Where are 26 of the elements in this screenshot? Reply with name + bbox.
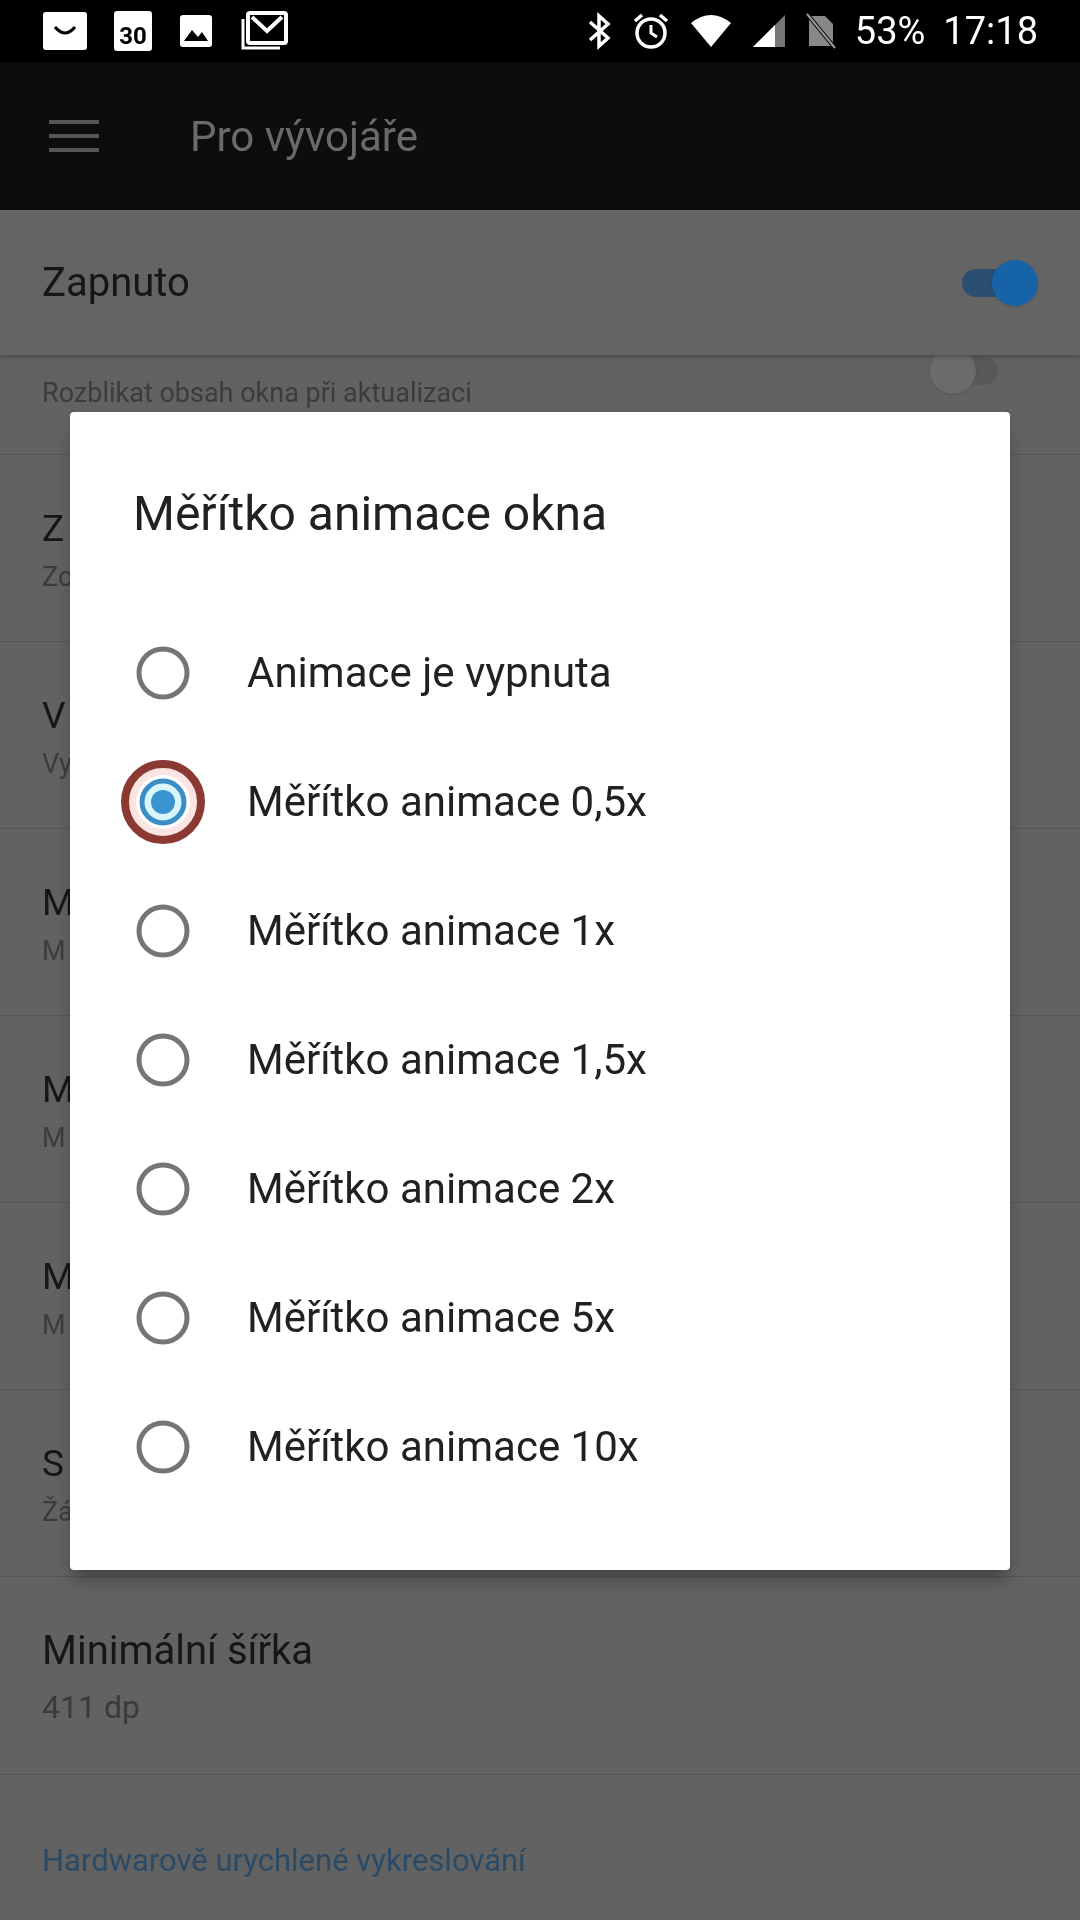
menu-icon[interactable] bbox=[49, 119, 99, 153]
dialog-title: Měřítko animace okna bbox=[133, 484, 608, 544]
radio-option[interactable]: Měřítko animace 0,5x bbox=[70, 737, 1010, 866]
radio-option[interactable]: Měřítko animace 2x bbox=[70, 1124, 1010, 1253]
image-icon bbox=[178, 13, 214, 49]
wifi-icon bbox=[688, 13, 733, 49]
setting-title: S bbox=[42, 1441, 64, 1487]
radio-option[interactable]: Měřítko animace 10x bbox=[70, 1382, 1010, 1511]
setting-title: Z bbox=[42, 506, 65, 552]
setting-title: Zapnuto bbox=[42, 257, 191, 308]
setting-title: V bbox=[42, 693, 66, 739]
app-bar-title: Pro vývojáře bbox=[190, 110, 418, 163]
radio-option[interactable]: Měřítko animace 5x bbox=[70, 1253, 1010, 1382]
battery-level: 53% bbox=[854, 7, 926, 55]
radio-option[interactable]: Měřítko animace 1x bbox=[70, 866, 1010, 995]
setting-title: Minimální šířka bbox=[42, 1627, 314, 1675]
radio-option[interactable]: Měřítko animace 1,5x bbox=[70, 995, 1010, 1124]
clock-time: 17:18 bbox=[943, 7, 1038, 55]
no-sim-icon bbox=[804, 12, 837, 50]
calendar-icon: 30 bbox=[114, 11, 152, 51]
radio-option[interactable]: Animace je vypnuta bbox=[70, 608, 1010, 737]
shopping-bag-icon bbox=[42, 10, 88, 52]
category-header: Hardwarově urychlené vykreslování bbox=[42, 1841, 526, 1881]
bluetooth-icon bbox=[586, 11, 613, 51]
mail-icon bbox=[240, 11, 288, 51]
radio-selected-icon bbox=[119, 757, 207, 846]
